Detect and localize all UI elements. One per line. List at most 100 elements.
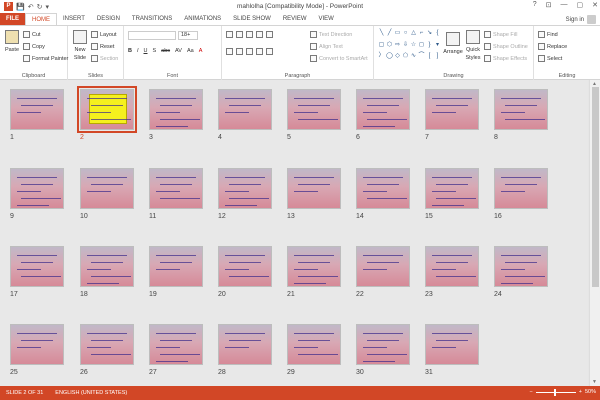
diamond-shape-icon[interactable]: ◇ [394,52,401,63]
slide-thumbnail[interactable] [287,89,341,130]
align-center-icon[interactable] [236,48,243,55]
line-shape-icon[interactable]: ╲ [378,29,385,40]
tab-file[interactable]: FILE [0,13,25,25]
strikethrough-button[interactable]: abc [161,48,170,54]
copy-button[interactable]: Copy [23,43,45,50]
tab-home[interactable]: HOME [25,13,57,25]
tab-insert[interactable]: INSERT [57,13,91,25]
shape-fill-button[interactable]: Shape Fill [484,31,517,38]
align-right-icon[interactable] [246,48,253,55]
bullets-icon[interactable] [226,31,233,38]
change-case-button[interactable]: Aa [187,48,194,54]
slide-thumbnail[interactable] [149,89,203,130]
slide-thumbnail[interactable] [149,168,203,209]
slide-thumbnail[interactable] [218,168,272,209]
pentagon-shape-icon[interactable]: ⬠ [402,52,409,63]
slide-thumbnail[interactable] [425,324,479,365]
paste-button[interactable]: Paste [3,30,21,53]
line-shape-icon[interactable]: ╱ [386,29,393,40]
slide-thumbnail[interactable] [494,89,548,130]
chevron-shape-icon[interactable]: 〉 [378,52,385,63]
align-left-icon[interactable] [226,48,233,55]
zoom-slider[interactable] [535,388,576,396]
maximize-button[interactable]: ▢ [577,1,584,9]
star-shape-icon[interactable]: ☆ [410,41,417,52]
section-button[interactable]: Section [91,55,118,62]
slide-thumbnail[interactable] [356,89,410,130]
callout-shape-icon[interactable]: ◻ [418,41,425,52]
font-color-button[interactable]: A [199,48,203,54]
brace-shape-icon[interactable]: { [434,29,441,40]
arrow-shape-icon[interactable]: ↘ [426,29,433,40]
rectangle-shape-icon[interactable]: ▭ [394,29,401,40]
shadow-button[interactable]: S [153,48,157,54]
zoom-slider-knob[interactable] [553,388,556,396]
replace-button[interactable]: Replace [538,43,567,50]
layout-button[interactable]: Layout [91,31,117,38]
oval-shape-icon[interactable]: ○ [402,29,409,40]
minimize-button[interactable]: — [561,1,568,9]
select-button[interactable]: Select [538,55,562,62]
text-direction-button[interactable]: Text Direction [310,31,352,38]
zoom-out-button[interactable]: − [530,389,533,395]
tab-design[interactable]: DESIGN [91,13,126,25]
arrow-shape-icon[interactable]: ⇩ [402,41,409,52]
decrease-indent-icon[interactable] [246,31,253,38]
slide-thumbnail[interactable] [218,89,272,130]
increase-indent-icon[interactable] [256,31,263,38]
font-size-box[interactable]: 18+ [178,31,198,40]
bracket-shape-icon[interactable]: ] [434,52,441,63]
new-slide-button[interactable]: New Slide [72,30,88,61]
slide-thumbnail[interactable] [494,168,548,209]
slide-thumbnail[interactable] [425,246,479,287]
format-painter-button[interactable]: Format Painter [23,55,68,62]
arrow-shape-icon[interactable]: ⇨ [394,41,401,52]
slide-thumbnail[interactable] [425,168,479,209]
spacing-button[interactable]: AV [175,48,182,54]
curve-shape-icon[interactable]: ∿ [410,52,417,63]
arc-shape-icon[interactable]: ⌒ [418,52,425,63]
shape-outline-button[interactable]: Shape Outline [484,43,528,50]
slide-thumbnail[interactable] [218,246,272,287]
convert-smartart-button[interactable]: Convert to SmartArt [310,55,368,62]
numbering-icon[interactable] [236,31,243,38]
ribbon-display-icon[interactable]: ⊡ [546,1,552,9]
cut-button[interactable]: Cut [23,31,41,38]
font-name-box[interactable] [128,31,176,40]
close-button[interactable]: ✕ [592,1,598,9]
slide-thumbnail[interactable] [356,168,410,209]
tab-transitions[interactable]: TRANSITIONS [126,13,178,25]
scroll-thumb[interactable] [592,87,599,287]
tab-slide-show[interactable]: SLIDE SHOW [227,13,277,25]
slide-thumbnail[interactable] [10,324,64,365]
slide-thumbnail[interactable] [494,246,548,287]
slide-thumbnail[interactable] [287,246,341,287]
language-indicator[interactable]: ENGLISH (UNITED STATES) [49,390,133,396]
slide-thumbnail[interactable] [80,324,134,365]
quick-styles-button[interactable]: Quick Styles [464,30,482,61]
slide-thumbnail[interactable] [80,246,134,287]
more-shapes-icon[interactable]: ▾ [434,41,441,52]
zoom-in-button[interactable]: + [579,389,582,395]
slide-thumbnail[interactable] [425,89,479,130]
shape-effects-button[interactable]: Shape Effects [484,55,527,62]
justify-icon[interactable] [256,48,263,55]
zoom-level[interactable]: 50% [585,389,596,395]
slide-thumbnail[interactable] [218,324,272,365]
shapes-gallery[interactable]: ╲ ╱ ▭ ○ △ ⌐ ↘{ ▢ ⬡ ⇨ ⇩ ☆ ◻} ▾ 〉 ◯ ◇ ⬠ ∿ ⌒[] [378,29,440,63]
find-button[interactable]: Find [538,31,558,38]
slide-thumbnail[interactable] [287,324,341,365]
help-icon[interactable]: ? [533,1,537,9]
connector-shape-icon[interactable]: ⌐ [418,29,425,40]
reset-button[interactable]: Reset [91,43,114,50]
sign-in[interactable]: Sign in [566,15,596,24]
underline-button[interactable]: U [144,48,148,54]
slide-thumbnail[interactable] [287,168,341,209]
slide-thumbnail[interactable] [10,246,64,287]
align-text-button[interactable]: Align Text [310,43,343,50]
arrange-button[interactable]: Arrange [443,32,463,55]
line-spacing-icon[interactable] [266,31,273,38]
slide-thumbnail[interactable] [77,86,137,133]
brace-shape-icon[interactable]: } [426,41,433,52]
tab-review[interactable]: REVIEW [277,13,313,25]
